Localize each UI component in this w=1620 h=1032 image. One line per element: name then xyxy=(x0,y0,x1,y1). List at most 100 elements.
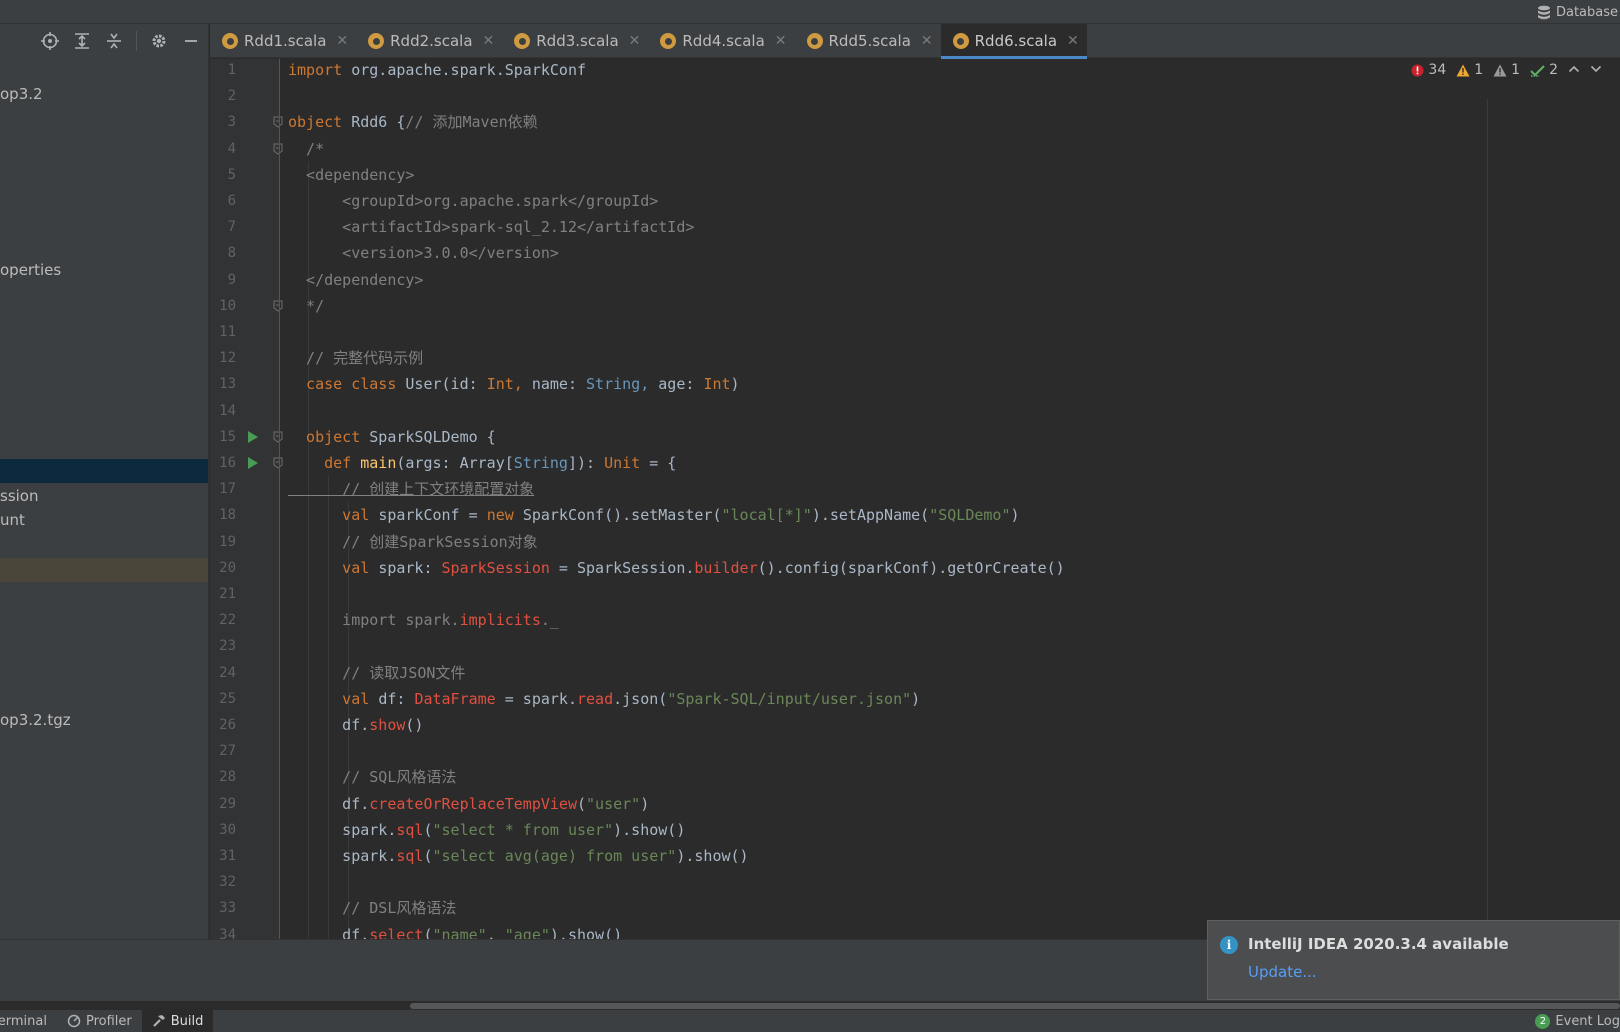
tab-rdd2[interactable]: Rdd2.scala ✕ xyxy=(356,24,502,58)
tab-rdd6[interactable]: Rdd6.scala ✕ xyxy=(940,24,1087,59)
fold-icon[interactable] xyxy=(273,431,283,443)
code-line[interactable]: </dependency> xyxy=(288,267,423,293)
code-line[interactable]: def main(args: Array[String]): Unit = { xyxy=(288,450,676,476)
close-icon[interactable]: ✕ xyxy=(775,33,787,49)
weak-warning-count[interactable]: 1 xyxy=(1493,62,1520,78)
tab-rdd1[interactable]: Rdd1.scala ✕ xyxy=(210,24,356,58)
code-line[interactable]: spark.sql("select * from user").show() xyxy=(288,817,685,843)
toolbar-separator xyxy=(136,31,137,51)
tab-label: Rdd5.scala xyxy=(828,32,911,50)
tree-item[interactable]: ssion xyxy=(0,484,208,508)
code-line[interactable]: // 创建上下文环境配置对象 xyxy=(288,476,534,502)
expand-all-icon[interactable] xyxy=(72,31,92,51)
code-line[interactable]: object SparkSQLDemo { xyxy=(288,424,496,450)
code-line[interactable]: object Rdd6 {// 添加Maven依赖 xyxy=(288,109,538,135)
ide-window: Database op3.2 operties ssion unt op3.2.… xyxy=(0,0,1620,1032)
code-line[interactable]: import spark.implicits._ xyxy=(288,607,559,633)
close-icon[interactable]: ✕ xyxy=(483,33,495,49)
gear-icon[interactable] xyxy=(149,31,169,51)
fold-icon[interactable] xyxy=(273,300,283,312)
tree-item[interactable]: op3.2 xyxy=(0,82,208,106)
code-token: String, xyxy=(586,375,659,394)
code-token: "select * from user" xyxy=(432,820,614,839)
line-number: 28 xyxy=(219,769,236,786)
code-line[interactable]: // 完整代码示例 xyxy=(288,345,423,371)
code-token: val xyxy=(288,689,379,708)
code-line[interactable]: /* xyxy=(288,136,324,162)
code-line[interactable]: // 读取JSON文件 xyxy=(288,660,465,686)
code-token: Int xyxy=(703,375,731,394)
code-token: "user" xyxy=(586,794,641,813)
fold-icon[interactable] xyxy=(273,116,283,129)
event-log-button[interactable]: 2 Event Log xyxy=(1535,1010,1620,1032)
profiler-icon xyxy=(67,1014,81,1028)
code-line[interactable]: df.show() xyxy=(288,712,423,738)
tree-item-selected[interactable] xyxy=(0,459,208,483)
fold-icon[interactable] xyxy=(273,457,283,469)
database-tool-button[interactable]: Database xyxy=(1537,2,1620,22)
horizontal-scrollbar[interactable] xyxy=(410,1003,1620,1009)
code-line[interactable]: spark.sql("select avg(age) from user").s… xyxy=(288,843,748,869)
chevron-up-icon[interactable] xyxy=(1568,62,1580,78)
code-token: ).setAppName( xyxy=(811,506,930,525)
tab-rdd5[interactable]: Rdd5.scala ✕ xyxy=(795,24,941,58)
code-line[interactable]: <artifactId>spark-sql_2.12</artifactId> xyxy=(288,214,694,240)
inspection-widget[interactable]: 34 1 1 2 xyxy=(1411,62,1602,78)
toolwindow-build[interactable]: Build xyxy=(141,1010,214,1032)
fold-icon[interactable] xyxy=(273,143,283,155)
code-token: import spark. xyxy=(288,611,460,630)
chevron-down-icon[interactable] xyxy=(1590,62,1602,78)
collapse-all-icon[interactable] xyxy=(104,31,124,51)
locate-file-icon[interactable] xyxy=(40,31,60,51)
update-link[interactable]: Update... xyxy=(1248,963,1317,981)
weak-warning-icon xyxy=(1493,64,1507,76)
close-icon[interactable]: ✕ xyxy=(336,33,348,49)
typo-count[interactable]: 2 xyxy=(1530,62,1558,78)
close-icon[interactable]: ✕ xyxy=(629,33,641,49)
tab-rdd3[interactable]: Rdd3.scala ✕ xyxy=(502,24,648,58)
code-line[interactable]: val sparkConf = new SparkConf().setMaste… xyxy=(288,502,1019,528)
toolwindow-profiler[interactable]: Profiler xyxy=(57,1010,142,1032)
tree-item[interactable]: unt xyxy=(0,508,208,532)
run-icon[interactable] xyxy=(248,430,258,443)
hide-panel-icon[interactable] xyxy=(181,31,201,51)
code-token: spark. xyxy=(288,847,397,865)
code-line[interactable]: // 创建SparkSession对象 xyxy=(288,529,537,555)
code-token: object xyxy=(288,427,370,446)
code-token: df. xyxy=(288,716,370,734)
code-token: createOrReplaceTempView xyxy=(369,794,577,813)
code-line[interactable]: <dependency> xyxy=(288,162,414,188)
event-count-badge: 2 xyxy=(1535,1013,1551,1029)
code-line[interactable]: // SQL风格语法 xyxy=(288,764,456,790)
code-line[interactable]: */ xyxy=(288,293,324,319)
warning-count-label: 1 xyxy=(1474,62,1484,78)
close-icon[interactable]: ✕ xyxy=(921,33,933,49)
code-editor[interactable]: 1 2 3 4 5 6 7 8 9 10 11 12 13 14 15 16 17 18 19 20 21 22 23 24 2… xyxy=(210,59,1620,939)
tree-item-highlighted[interactable] xyxy=(0,558,208,582)
warning-count[interactable]: 1 xyxy=(1456,62,1483,78)
tree-item[interactable]: operties xyxy=(0,258,208,282)
code-line[interactable]: import org.apache.spark.SparkConf xyxy=(288,59,586,83)
code-line[interactable]: <version>3.0.0</version> xyxy=(288,240,559,266)
toolwindow-terminal[interactable]: Terminal xyxy=(0,1010,57,1032)
tree-item[interactable]: op3.2.tgz xyxy=(0,708,208,732)
code-line[interactable]: <groupId>org.apache.spark</groupId> xyxy=(288,188,658,214)
tab-rdd4[interactable]: Rdd4.scala ✕ xyxy=(648,24,794,58)
code-line[interactable]: val df: DataFrame = spark.read.json("Spa… xyxy=(288,686,920,712)
code-token: object xyxy=(288,113,352,132)
code-line[interactable]: df.createOrReplaceTempView("user") xyxy=(288,791,649,817)
code-token: ]): xyxy=(567,454,605,472)
code-area[interactable]: import org.apache.spark.SparkConf object … xyxy=(288,59,1490,939)
code-line[interactable]: case class User(id: Int, name: String, a… xyxy=(288,371,740,397)
scala-file-icon xyxy=(368,33,385,49)
code-line[interactable]: // DSL风格语法 xyxy=(288,895,456,921)
error-count[interactable]: 34 xyxy=(1411,62,1446,78)
run-icon[interactable] xyxy=(248,457,258,469)
toolwindow-label: Terminal xyxy=(0,1013,47,1029)
code-token: df. xyxy=(288,925,370,939)
line-number: 10 xyxy=(219,297,236,314)
hammer-icon xyxy=(152,1015,165,1027)
code-line[interactable]: val spark: SparkSession = SparkSession.b… xyxy=(288,555,1065,581)
code-line[interactable]: df.select("name", "age").show() xyxy=(288,922,622,939)
close-icon[interactable]: ✕ xyxy=(1067,33,1079,49)
